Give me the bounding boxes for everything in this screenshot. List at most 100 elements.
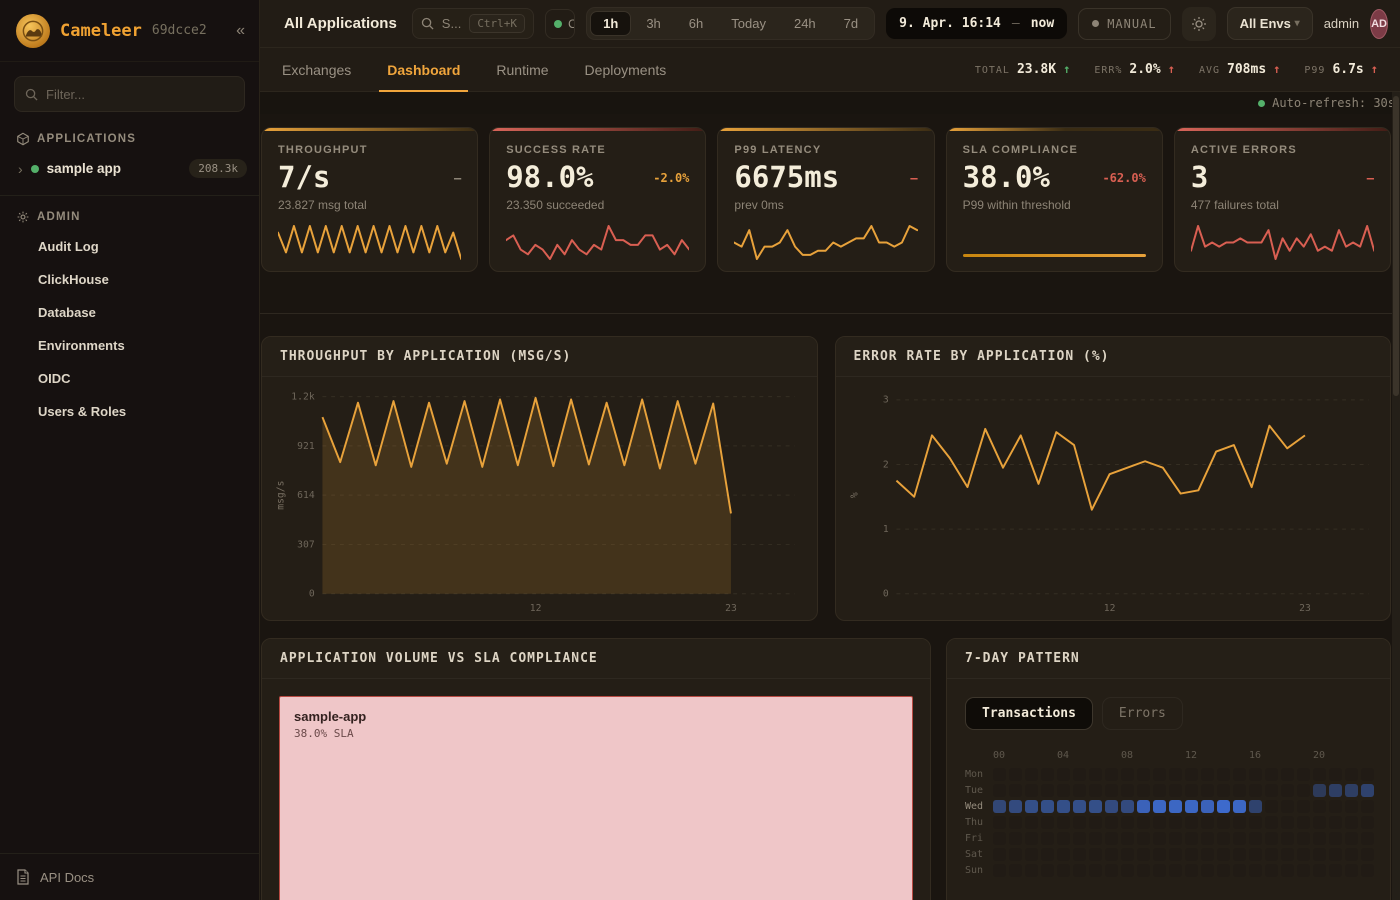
heatmap-cell bbox=[1185, 784, 1198, 797]
heatmap-cell bbox=[1265, 800, 1278, 813]
heatmap-cell bbox=[1201, 784, 1214, 797]
sidebar-collapse-button[interactable]: « bbox=[236, 22, 245, 40]
kpi-value: 3 bbox=[1191, 163, 1208, 192]
kpi-delta: – bbox=[910, 171, 917, 185]
heatmap-cell bbox=[1041, 800, 1054, 813]
sidebar-item-oidc[interactable]: OIDC bbox=[0, 362, 259, 395]
range-button-24h[interactable]: 24h bbox=[781, 11, 829, 36]
manual-refresh-button[interactable]: MANUAL bbox=[1078, 8, 1170, 40]
tab-dashboard[interactable]: Dashboard bbox=[387, 48, 460, 91]
heatmap-cell bbox=[1169, 768, 1182, 781]
kpi-value: 6675ms bbox=[734, 163, 839, 192]
range-button-6h[interactable]: 6h bbox=[676, 11, 716, 36]
brand-name: Cameleer bbox=[60, 21, 142, 41]
heatmap-cell bbox=[1249, 832, 1262, 845]
sidebar-filter-input[interactable]: Filter... bbox=[14, 76, 245, 112]
page-title: All Applications bbox=[284, 15, 397, 32]
heatmap-cell bbox=[1153, 864, 1166, 877]
datetime-end: now bbox=[1031, 16, 1054, 31]
heatmap-cell bbox=[1249, 864, 1262, 877]
sidebar-item-users-roles[interactable]: Users & Roles bbox=[0, 395, 259, 428]
heatmap-cell bbox=[1329, 832, 1342, 845]
treemap-node-sample-app[interactable]: sample-app 38.0% SLA bbox=[279, 696, 913, 900]
scrollbar-thumb[interactable] bbox=[1393, 96, 1399, 396]
accent-bar bbox=[1175, 128, 1390, 131]
heatmap-row-sun: Sun bbox=[965, 862, 1372, 878]
sidebar-item-clickhouse[interactable]: ClickHouse bbox=[0, 263, 259, 296]
heatmap-cell bbox=[1313, 816, 1326, 829]
kpi-card-sla-compliance: SLA COMPLIANCE 38.0% -62.0% P99 within t… bbox=[946, 127, 1163, 272]
stat-p99: P99 6.7s ↑ bbox=[1304, 62, 1378, 77]
heatmap-cell bbox=[1233, 768, 1246, 781]
heatmap-cell bbox=[1345, 800, 1358, 813]
range-button-3h[interactable]: 3h bbox=[633, 11, 673, 36]
build-version: 69dcce2 bbox=[152, 23, 207, 38]
heatmap-cell bbox=[1297, 800, 1310, 813]
heatmap-cell bbox=[1089, 784, 1102, 797]
heatmap-cell bbox=[1233, 816, 1246, 829]
search-shortcut-kbd: Ctrl+K bbox=[469, 14, 525, 33]
vertical-scrollbar[interactable] bbox=[1392, 92, 1400, 900]
heatmap-cell bbox=[1169, 784, 1182, 797]
kpi-subtext: 23.350 succeeded bbox=[506, 198, 689, 212]
sidebar-item-audit-log[interactable]: Audit Log bbox=[0, 230, 259, 263]
heatmap-cell bbox=[1057, 768, 1070, 781]
theme-toggle-button[interactable] bbox=[1182, 7, 1216, 41]
sidebar-item-environments[interactable]: Environments bbox=[0, 329, 259, 362]
heatmap-cell bbox=[1329, 848, 1342, 861]
global-search-input[interactable]: S... Ctrl+K bbox=[412, 8, 534, 39]
gear-icon bbox=[16, 210, 30, 224]
range-button-1h[interactable]: 1h bbox=[590, 11, 631, 36]
toggle-errors[interactable]: Errors bbox=[1102, 697, 1183, 730]
heatmap-cell bbox=[1121, 816, 1134, 829]
heatmap-cell bbox=[1249, 768, 1262, 781]
heatmap-cell bbox=[1169, 848, 1182, 861]
search-icon bbox=[421, 17, 434, 30]
heatmap-cell bbox=[1009, 864, 1022, 877]
heatmap-cell bbox=[1297, 864, 1310, 877]
sidebar-item-api-docs[interactable]: API Docs bbox=[0, 853, 259, 900]
datetime-range-pill[interactable]: 9. Apr. 16:14 – now bbox=[886, 8, 1067, 39]
range-button-7d[interactable]: 7d bbox=[831, 11, 871, 36]
toggle-transactions[interactable]: Transactions bbox=[965, 697, 1093, 730]
tab-deployments[interactable]: Deployments bbox=[585, 48, 667, 91]
svg-text:307: 307 bbox=[297, 539, 315, 550]
sidebar-item-database[interactable]: Database bbox=[0, 296, 259, 329]
heatmap-cell bbox=[1073, 848, 1086, 861]
heatmap-cell bbox=[993, 864, 1006, 877]
auto-refresh-dot bbox=[1258, 100, 1265, 107]
heatmap-cell bbox=[1329, 784, 1342, 797]
heatmap-cell bbox=[993, 832, 1006, 845]
time-range-group: 1h 3h 6h Today 24h 7d bbox=[586, 7, 875, 40]
avatar[interactable]: AD bbox=[1370, 9, 1388, 39]
tab-exchanges[interactable]: Exchanges bbox=[282, 48, 351, 91]
heatmap-cell bbox=[1169, 832, 1182, 845]
svg-text:614: 614 bbox=[297, 490, 315, 501]
heatmap-cell bbox=[1217, 864, 1230, 877]
chevron-right-icon[interactable]: › bbox=[18, 161, 23, 177]
tab-runtime[interactable]: Runtime bbox=[496, 48, 548, 91]
auto-refresh-indicator: Auto-refresh: 30s bbox=[260, 92, 1400, 114]
heatmap-cell bbox=[1313, 832, 1326, 845]
heatmap-cell bbox=[1313, 768, 1326, 781]
heatmap-cell bbox=[1185, 832, 1198, 845]
heatmap-cell bbox=[1137, 800, 1150, 813]
heatmap-cell bbox=[1265, 784, 1278, 797]
heatmap-toggle-group: Transactions Errors bbox=[965, 697, 1372, 730]
environment-select[interactable]: All Envs ▾ bbox=[1227, 7, 1313, 40]
sun-icon bbox=[1191, 16, 1207, 32]
online-status-pill[interactable]: O bbox=[545, 9, 575, 39]
heatmap-cell bbox=[1009, 768, 1022, 781]
heatmap-cell bbox=[1201, 816, 1214, 829]
heatmap-cell bbox=[993, 784, 1006, 797]
range-button-today[interactable]: Today bbox=[718, 11, 779, 36]
heatmap-row-tue: Tue bbox=[965, 782, 1372, 798]
heatmap-cell bbox=[1169, 816, 1182, 829]
kpi-card-throughput: THROUGHPUT 7/s – 23.827 msg total bbox=[261, 127, 478, 272]
sidebar-item-sample-app[interactable]: › sample app 208.3k bbox=[0, 152, 259, 185]
heatmap-cell bbox=[1169, 864, 1182, 877]
heatmap-cell bbox=[1185, 800, 1198, 813]
heatmap-cell bbox=[1265, 816, 1278, 829]
heatmap-cell bbox=[1201, 800, 1214, 813]
heatmap-cell bbox=[1121, 864, 1134, 877]
